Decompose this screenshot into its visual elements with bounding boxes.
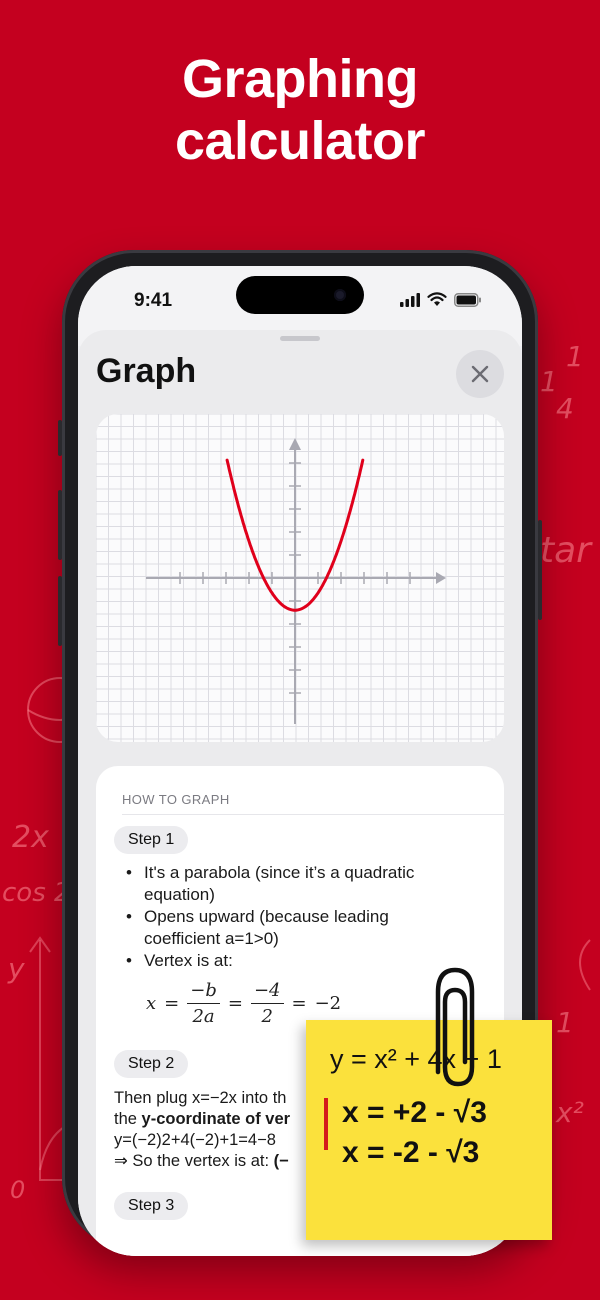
doodle-text: cos 2 <box>2 878 71 908</box>
fraction-denominator: 2a <box>192 1006 215 1027</box>
power-button <box>538 520 542 620</box>
step-1-pill: Step 1 <box>114 826 189 854</box>
doodle-text: x² <box>556 1096 584 1129</box>
graph-card[interactable] <box>96 414 504 742</box>
sheet-grabber[interactable] <box>280 336 320 341</box>
doodle-text: 1 <box>556 1006 574 1039</box>
note-answer-2: x = -2 - √3 <box>342 1136 480 1169</box>
step-1-bullets: It's a parabola (since it’s a quadratic … <box>122 862 462 972</box>
bullet-item: Vertex is at: <box>122 950 462 972</box>
signal-icon <box>400 292 420 307</box>
status-icons <box>400 292 482 307</box>
doodle-text: 0 <box>10 1176 26 1204</box>
doodle-text: tar <box>540 530 591 571</box>
how-to-graph-label: HOW TO GRAPH <box>122 792 230 807</box>
close-button[interactable] <box>456 350 504 398</box>
close-icon <box>471 365 489 383</box>
doodle-text: 1 <box>566 340 584 373</box>
bullet-item: Opens upward (because leading coefficien… <box>122 906 462 950</box>
volume-down-button <box>58 576 62 646</box>
graph-plot[interactable] <box>96 414 504 742</box>
headline: Graphing calculator <box>0 48 600 172</box>
step-2-pill: Step 2 <box>114 1050 189 1078</box>
bullet-item: It's a parabola (since it’s a quadratic … <box>122 862 462 906</box>
headline-line2: calculator <box>174 111 426 171</box>
doodle-text: 4 <box>556 392 574 425</box>
step-3-pill: Step 3 <box>114 1192 189 1220</box>
fraction-numerator: −b <box>187 980 220 1004</box>
doodle-text: 2x <box>12 820 49 855</box>
status-time: 9:41 <box>134 290 173 311</box>
action-button <box>58 420 62 456</box>
sheet-title: Graph <box>96 352 197 390</box>
wifi-icon <box>427 292 447 306</box>
note-highlight-bar <box>324 1098 328 1150</box>
dynamic-island <box>236 276 364 314</box>
volume-up-button <box>58 490 62 560</box>
y-axis-arrow <box>289 438 301 450</box>
formula-fraction-2: −4 2 <box>250 980 284 1027</box>
paperclip-icon <box>435 967 475 1087</box>
formula-result: −2 <box>314 993 342 1014</box>
divider <box>122 814 504 815</box>
headline-line1: Graphing <box>182 49 419 109</box>
fraction-numerator: −4 <box>250 980 284 1004</box>
note-answer-1: x = +2 - √3 <box>342 1096 487 1129</box>
doodle-text: 1 <box>540 365 558 398</box>
camera-icon <box>334 289 346 301</box>
fraction-denominator: 2 <box>261 1006 273 1027</box>
doodle-text: y <box>8 952 25 985</box>
formula-fraction-1: −b 2a <box>187 980 220 1027</box>
formula-lhs: x <box>146 993 157 1014</box>
x-axis-arrow <box>436 572 446 584</box>
battery-icon <box>454 292 481 307</box>
